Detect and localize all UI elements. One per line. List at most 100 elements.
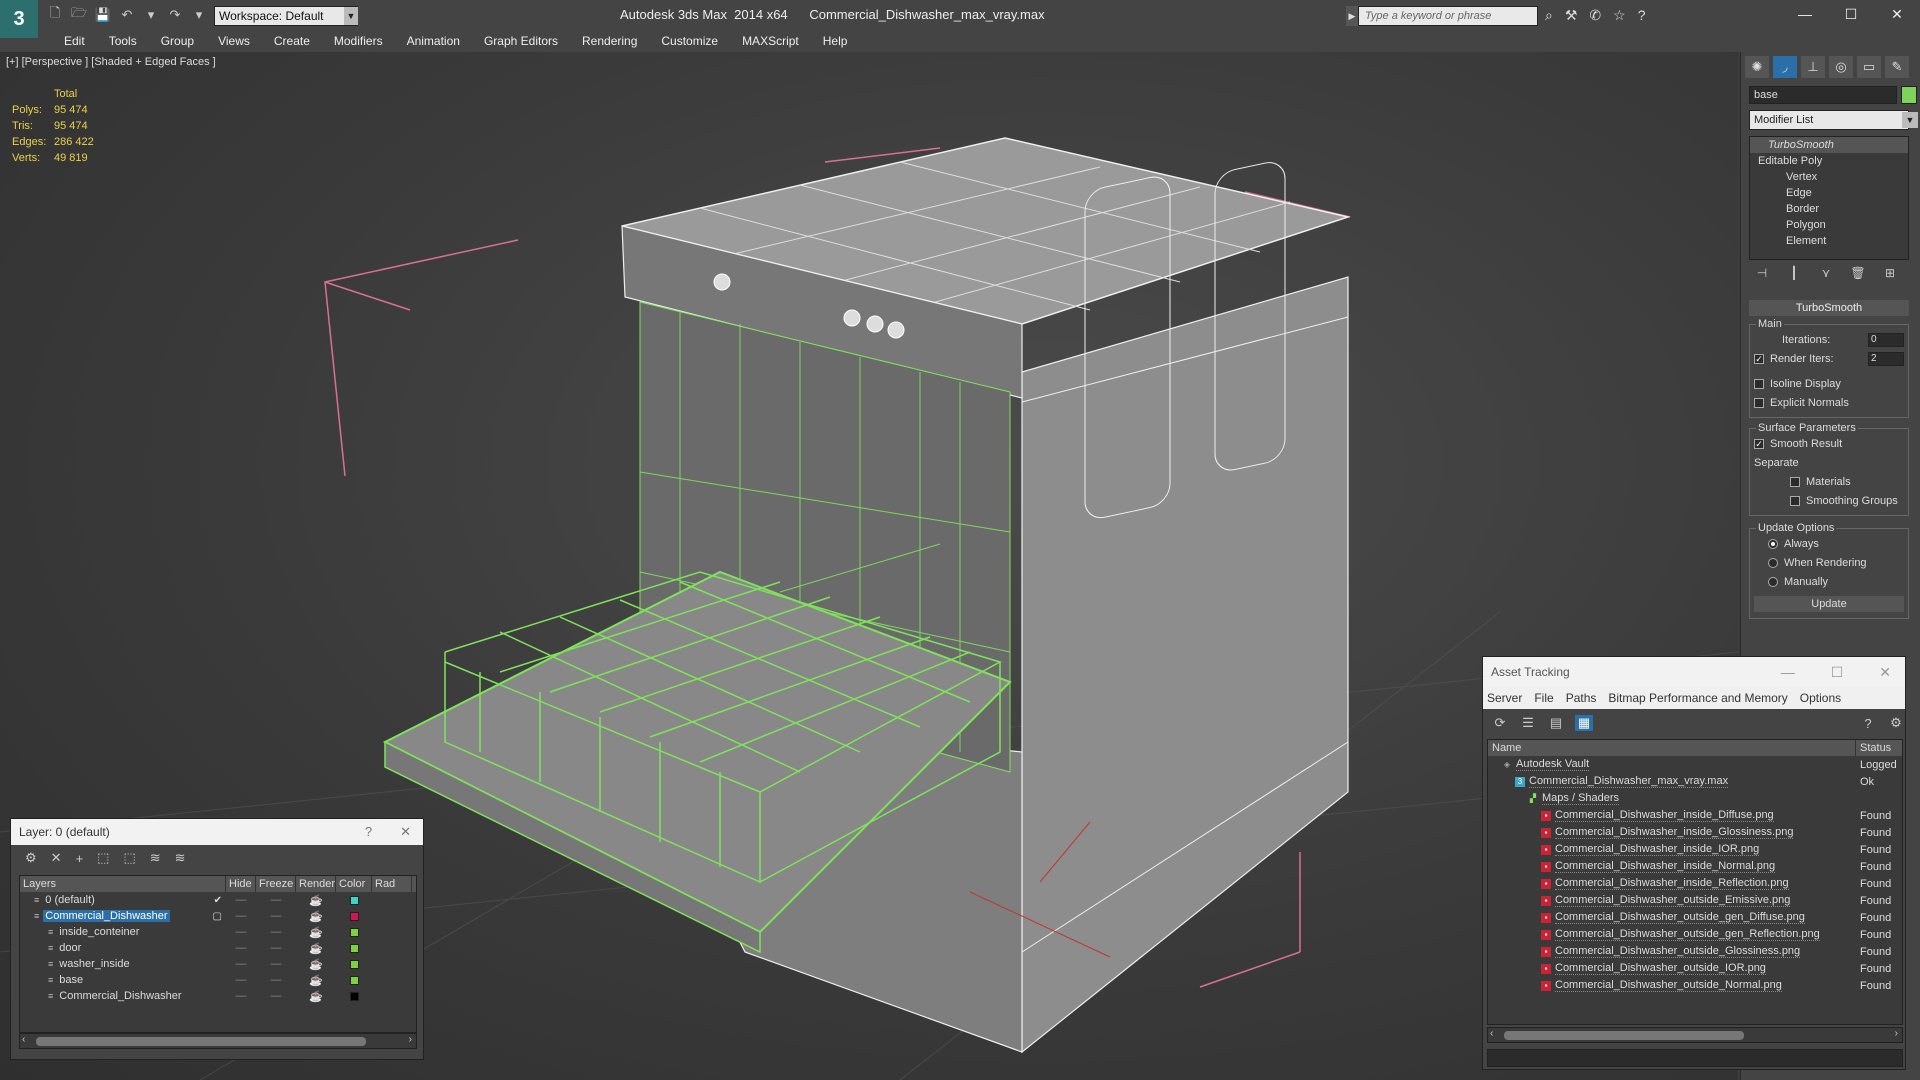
layer-name[interactable]: inside_conteiner: [57, 926, 141, 938]
asset-row[interactable]: ▞ Maps / Shaders: [1488, 790, 1902, 807]
layer-settings-icon[interactable]: ⚙: [25, 850, 37, 866]
menu-tools[interactable]: Tools: [97, 32, 149, 52]
layer-freeze-toggle[interactable]: —: [256, 894, 296, 906]
help-icon[interactable]: ?: [1859, 716, 1877, 731]
layer-hide-toggle[interactable]: —: [226, 910, 256, 922]
make-unique-icon[interactable]: ⋎: [1817, 266, 1835, 288]
menu-help[interactable]: Help: [811, 32, 860, 52]
menu-create[interactable]: Create: [262, 32, 322, 52]
layer-name[interactable]: Commercial_Dishwasher: [57, 990, 183, 1002]
teapot-render-icon[interactable]: ☕: [296, 958, 336, 971]
minimize-icon[interactable]: —: [1781, 664, 1795, 681]
undo-dropdown-icon[interactable]: ▾: [142, 6, 160, 24]
delete-layer-icon[interactable]: ✕: [51, 850, 62, 866]
object-color-swatch[interactable]: [1901, 86, 1917, 104]
asset-row[interactable]: ▪ Commercial_Dishwasher_outside_Glossines…: [1488, 943, 1902, 960]
open-folder-icon[interactable]: 🗁: [70, 5, 88, 24]
layer-name[interactable]: washer_inside: [57, 958, 131, 970]
menu-group[interactable]: Group: [149, 32, 206, 52]
search-expand-icon[interactable]: ▶: [1346, 6, 1358, 26]
when-rendering-radio[interactable]: [1768, 557, 1778, 568]
close-icon[interactable]: ✕: [400, 824, 411, 840]
layer-active-check[interactable]: ✔: [214, 895, 222, 906]
asset-horizontal-scrollbar[interactable]: ‹ ›: [1487, 1027, 1903, 1043]
help-icon[interactable]: ?: [365, 824, 372, 840]
teapot-render-icon[interactable]: ☕: [296, 990, 336, 1003]
redo-icon[interactable]: ↷: [166, 6, 184, 24]
materials-checkbox[interactable]: [1790, 476, 1800, 487]
stack-item-polygon[interactable]: Polygon: [1750, 217, 1908, 233]
asset-name[interactable]: Autodesk Vault: [1516, 758, 1590, 771]
asset-name[interactable]: Commercial_Dishwasher_outside_gen_Diffus…: [1555, 911, 1805, 924]
object-name-field[interactable]: base: [1749, 86, 1897, 104]
col-hide[interactable]: Hide: [226, 876, 256, 892]
create-tab-icon[interactable]: ✺: [1745, 56, 1769, 78]
remove-modifier-icon[interactable]: 🗑: [1849, 266, 1867, 288]
asset-tracking-titlebar[interactable]: Asset Tracking — ☐ ✕: [1483, 657, 1905, 687]
layer-name[interactable]: 0 (default): [43, 894, 97, 906]
asset-row[interactable]: ▪ Commercial_Dishwasher_outside_gen_Diffu…: [1488, 909, 1902, 926]
table-view-icon[interactable]: ▦: [1575, 715, 1593, 731]
layer-color-swatch[interactable]: [336, 911, 372, 921]
display-tab-icon[interactable]: ▭: [1857, 56, 1881, 78]
layer-name[interactable]: Commercial_Dishwasher: [43, 910, 170, 922]
menu-rendering[interactable]: Rendering: [570, 32, 649, 52]
asset-name[interactable]: Commercial_Dishwasher_outside_IOR.png: [1555, 962, 1766, 975]
highlight-selected-icon[interactable]: ⬚: [123, 850, 135, 866]
menu-animation[interactable]: Animation: [395, 32, 472, 52]
utilities-tab-icon[interactable]: ✎: [1885, 56, 1909, 78]
layer-hide-toggle[interactable]: —: [226, 990, 256, 1002]
save-icon[interactable]: 💾: [94, 6, 112, 24]
favorites-star-icon[interactable]: ☆: [1613, 7, 1626, 24]
col-status[interactable]: Status: [1856, 740, 1891, 756]
asset-row[interactable]: ▪ Commercial_Dishwasher_outside_Emissive.…: [1488, 892, 1902, 909]
asset-row[interactable]: 3 Commercial_Dishwasher_max_vray.max Ok: [1488, 773, 1902, 790]
close-icon[interactable]: ✕: [1879, 664, 1891, 681]
modifier-list-dropdown[interactable]: Modifier List ▼: [1749, 110, 1918, 130]
menu-edit[interactable]: Edit: [52, 32, 97, 52]
layer-freeze-toggle[interactable]: —: [256, 942, 296, 954]
asset-row[interactable]: ▪ Commercial_Dishwasher_outside_gen_Refle…: [1488, 926, 1902, 943]
teapot-render-icon[interactable]: ☕: [296, 942, 336, 955]
col-name[interactable]: Name: [1488, 740, 1856, 756]
modifier-stack[interactable]: TurboSmooth Editable Poly Vertex Edge Bo…: [1749, 136, 1909, 260]
layer-color-swatch[interactable]: [336, 927, 372, 937]
maximize-icon[interactable]: ☐: [1831, 664, 1844, 681]
scroll-thumb[interactable]: [1504, 1031, 1744, 1040]
stack-item-border[interactable]: Border: [1750, 201, 1908, 217]
layer-freeze-toggle[interactable]: —: [256, 926, 296, 938]
menu-customize[interactable]: Customize: [649, 32, 730, 52]
layer-color-swatch[interactable]: [336, 975, 372, 985]
modify-tab-icon[interactable]: ◞: [1773, 56, 1797, 78]
at-menu-paths[interactable]: Paths: [1566, 691, 1597, 705]
layer-active-check[interactable]: ▢: [213, 911, 222, 922]
layer-color-swatch[interactable]: [336, 943, 372, 953]
update-button[interactable]: Update: [1754, 596, 1904, 612]
layer-hide-toggle[interactable]: —: [226, 926, 256, 938]
asset-name[interactable]: Commercial_Dishwasher_max_vray.max: [1529, 775, 1729, 788]
layer-horizontal-scrollbar[interactable]: ‹ ›: [19, 1033, 417, 1049]
col-color[interactable]: Color: [336, 876, 372, 892]
asset-name[interactable]: Commercial_Dishwasher_outside_Glossiness…: [1555, 945, 1801, 958]
isoline-display-checkbox[interactable]: [1754, 378, 1764, 389]
freeze-all-icon[interactable]: ≋: [175, 850, 186, 866]
search-input[interactable]: Type a keyword or phrase: [1358, 6, 1538, 26]
teapot-render-icon[interactable]: ☕: [296, 910, 336, 923]
manually-radio[interactable]: [1768, 576, 1778, 587]
new-file-icon[interactable]: 🗋: [46, 5, 64, 24]
render-iters-spinner[interactable]: 2: [1868, 351, 1904, 366]
menu-modifiers[interactable]: Modifiers: [322, 32, 395, 52]
explicit-normals-checkbox[interactable]: [1754, 397, 1764, 408]
asset-row[interactable]: ▪ Commercial_Dishwasher_inside_Glossiness…: [1488, 824, 1902, 841]
menu-views[interactable]: Views: [206, 32, 262, 52]
minimize-icon[interactable]: —: [1782, 0, 1828, 28]
teapot-render-icon[interactable]: ☕: [296, 894, 336, 907]
refresh-icon[interactable]: ⟳: [1491, 715, 1509, 731]
layer-row[interactable]: ≡ washer_inside — — ☕: [20, 956, 416, 972]
asset-name[interactable]: Commercial_Dishwasher_outside_Emissive.p…: [1555, 894, 1791, 907]
iterations-spinner[interactable]: 0: [1868, 332, 1904, 347]
scroll-right-icon[interactable]: ›: [1895, 1028, 1898, 1039]
smoothing-groups-checkbox[interactable]: [1790, 495, 1800, 506]
asset-name[interactable]: Maps / Shaders: [1542, 792, 1620, 805]
redo-dropdown-icon[interactable]: ▾: [190, 6, 208, 24]
